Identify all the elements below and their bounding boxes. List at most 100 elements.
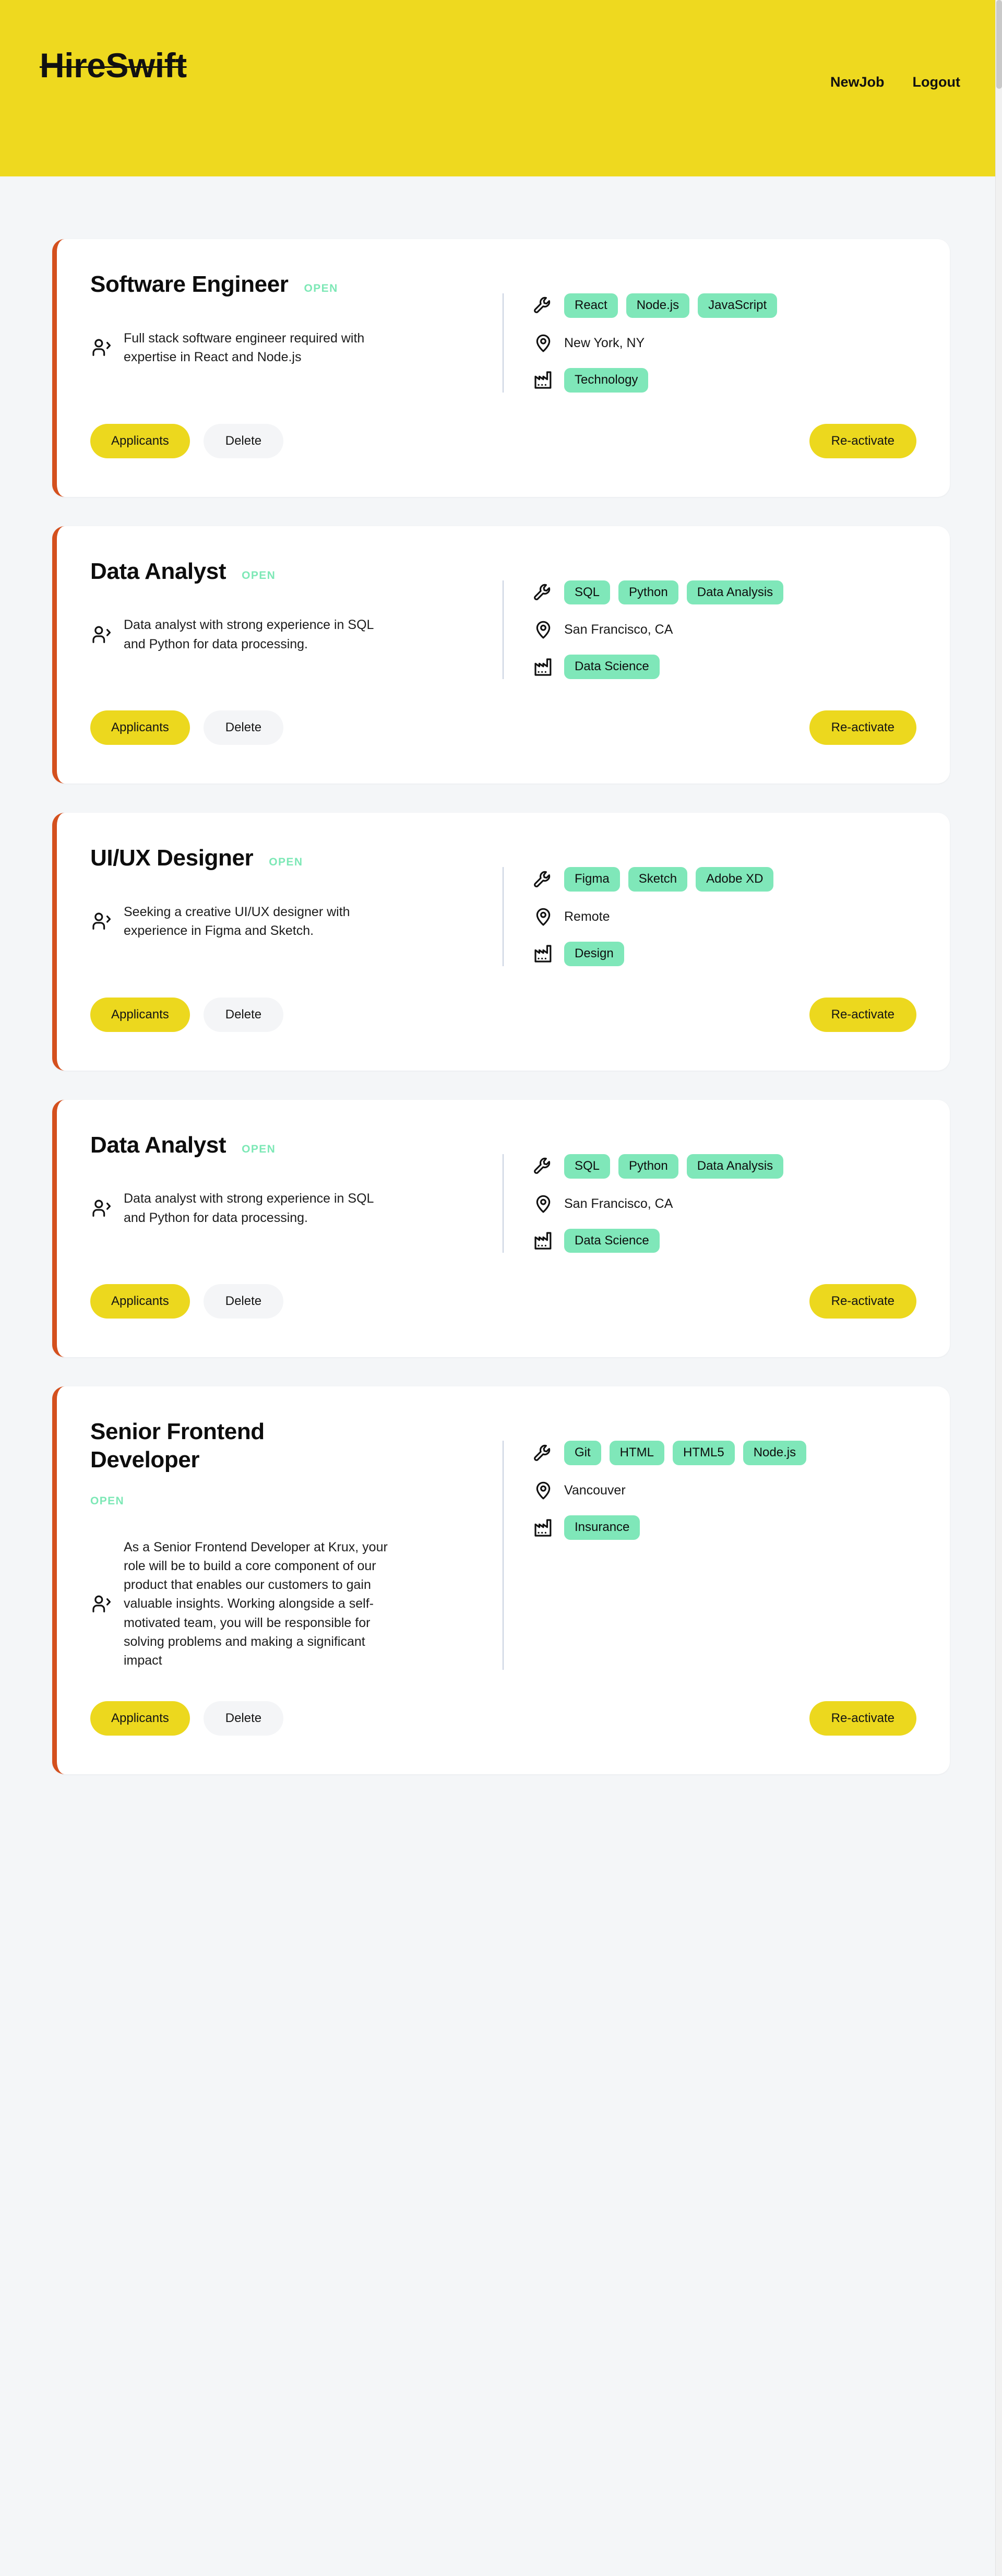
jobs-list: Software Engineer OPEN Full stack softwa…: [0, 176, 1002, 1842]
industry-tag: Insurance: [564, 1515, 640, 1540]
job-title: Data Analyst: [90, 558, 226, 584]
wrench-icon: [533, 582, 554, 603]
job-description-row: Data analyst with strong experience in S…: [90, 615, 482, 654]
location-row: Vancouver: [533, 1480, 916, 1501]
industry-row: Insurance: [533, 1515, 916, 1540]
status-badge: OPEN: [90, 1494, 125, 1507]
industry-tag: Design: [564, 941, 624, 966]
job-description-row: As a Senior Frontend Developer at Krux, …: [90, 1538, 482, 1670]
delete-button[interactable]: Delete: [203, 423, 284, 458]
brand-logo[interactable]: HireSwift: [40, 48, 187, 82]
nav-link-logout[interactable]: Logout: [913, 74, 960, 90]
industry-tag: Data Science: [564, 1228, 660, 1253]
person-icon: [90, 337, 112, 359]
applicants-button[interactable]: Applicants: [90, 1701, 190, 1736]
delete-button[interactable]: Delete: [203, 997, 284, 1032]
skill-tag: Adobe XD: [696, 867, 774, 892]
industry-tag-group: Data Science: [564, 655, 660, 680]
wrench-icon: [533, 869, 554, 890]
applicants-button[interactable]: Applicants: [90, 710, 190, 745]
person-icon: [90, 624, 112, 646]
job-description: Seeking a creative UI/UX designer with e…: [124, 904, 350, 939]
skills-row: React Node.js JavaScript: [533, 293, 916, 318]
nav-link-newjob[interactable]: NewJob: [830, 74, 885, 90]
factory-icon: [533, 370, 554, 390]
reactivate-button[interactable]: Re-activate: [809, 997, 916, 1032]
job-card-actions: Applicants Delete Re-activate: [57, 410, 950, 497]
skill-tag: Git: [564, 1441, 601, 1466]
skill-tag: React: [564, 293, 618, 318]
job-title: UI/UX Designer: [90, 845, 254, 871]
person-icon: [90, 1197, 112, 1219]
job-title-row: Software Engineer OPEN: [90, 270, 424, 299]
page-scrollbar[interactable]: [995, 0, 1002, 2576]
status-badge: OPEN: [269, 856, 303, 869]
site-header: HireSwift NewJob Logout: [0, 0, 1002, 176]
applicants-button[interactable]: Applicants: [90, 997, 190, 1032]
job-card-right: React Node.js JavaScript New York, NY Tech…: [504, 270, 916, 410]
location-value-group: San Francisco, CA: [564, 1196, 673, 1212]
job-title: Senior Frontend Developer: [90, 1419, 265, 1473]
reactivate-button[interactable]: Re-activate: [809, 423, 916, 458]
job-card: Software Engineer OPEN Full stack softwa…: [52, 239, 950, 497]
industry-tag-group: Design: [564, 941, 624, 966]
reactivate-button[interactable]: Re-activate: [809, 1284, 916, 1319]
industry-tag-group: Technology: [564, 367, 649, 393]
job-description: Full stack software engineer required wi…: [124, 330, 365, 364]
delete-button[interactable]: Delete: [203, 1284, 284, 1319]
scrollbar-thumb[interactable]: [996, 0, 1002, 89]
job-card-actions: Applicants Delete Re-activate: [57, 1271, 950, 1357]
job-card-body: Senior Frontend Developer OPEN As a Seni…: [57, 1386, 950, 1688]
skills-tag-group: Git HTML HTML5 Node.js: [564, 1441, 807, 1466]
wrench-icon: [533, 295, 554, 316]
skill-tag: Sketch: [628, 867, 688, 892]
skill-tag: Node.js: [743, 1441, 807, 1466]
location-pin-icon: [533, 619, 554, 640]
delete-button[interactable]: Delete: [203, 710, 284, 745]
job-card-body: UI/UX Designer OPEN Seeking a creative U…: [57, 813, 950, 984]
reactivate-button[interactable]: Re-activate: [809, 1701, 916, 1736]
applicants-button[interactable]: Applicants: [90, 1284, 190, 1319]
job-card-actions-left: Applicants Delete: [90, 1284, 284, 1319]
job-card-actions: Applicants Delete Re-activate: [57, 984, 950, 1071]
status-badge: OPEN: [242, 1143, 276, 1155]
industry-tag-group: Data Science: [564, 1228, 660, 1253]
skill-tag: JavaScript: [698, 293, 778, 318]
location-value: San Francisco, CA: [564, 622, 673, 637]
job-title: Data Analyst: [90, 1132, 226, 1158]
location-value: Vancouver: [564, 1483, 626, 1498]
location-value-group: San Francisco, CA: [564, 622, 673, 637]
skills-row: SQL Python Data Analysis: [533, 580, 916, 605]
location-row: Remote: [533, 906, 916, 927]
location-row: San Francisco, CA: [533, 619, 916, 640]
factory-icon: [533, 1230, 554, 1251]
skill-tag: HTML: [609, 1441, 665, 1466]
factory-icon: [533, 657, 554, 678]
skill-tag: Data Analysis: [686, 1154, 784, 1179]
industry-tag: Technology: [564, 367, 649, 393]
applicants-button[interactable]: Applicants: [90, 423, 190, 458]
delete-button[interactable]: Delete: [203, 1701, 284, 1736]
job-card-actions-left: Applicants Delete: [90, 423, 284, 458]
reactivate-button[interactable]: Re-activate: [809, 710, 916, 745]
skill-tag: Node.js: [626, 293, 690, 318]
job-card-actions-left: Applicants Delete: [90, 997, 284, 1032]
job-description-row: Seeking a creative UI/UX designer with e…: [90, 903, 482, 941]
location-value-group: New York, NY: [564, 335, 645, 351]
skill-tag: Python: [618, 1154, 678, 1179]
job-card: Data Analyst OPEN Data analyst with stro…: [52, 526, 950, 784]
location-pin-icon: [533, 1480, 554, 1501]
job-card-actions-left: Applicants Delete: [90, 1701, 284, 1736]
job-description-row: Data analyst with strong experience in S…: [90, 1189, 482, 1227]
job-card-left: UI/UX Designer OPEN Seeking a creative U…: [90, 844, 503, 984]
skill-tag: HTML5: [673, 1441, 735, 1466]
job-description-row: Full stack software engineer required wi…: [90, 329, 482, 367]
skill-tag: Python: [618, 580, 678, 605]
job-card-actions-left: Applicants Delete: [90, 710, 284, 745]
job-card-right: SQL Python Data Analysis San Francisco, CA…: [504, 557, 916, 697]
job-card-body: Software Engineer OPEN Full stack softwa…: [57, 239, 950, 410]
job-title-row: Data Analyst OPEN: [90, 1131, 424, 1159]
industry-row: Data Science: [533, 1228, 916, 1253]
job-card-right: Figma Sketch Adobe XD Remote Design: [504, 844, 916, 984]
job-card: Data Analyst OPEN Data analyst with stro…: [52, 1099, 950, 1358]
